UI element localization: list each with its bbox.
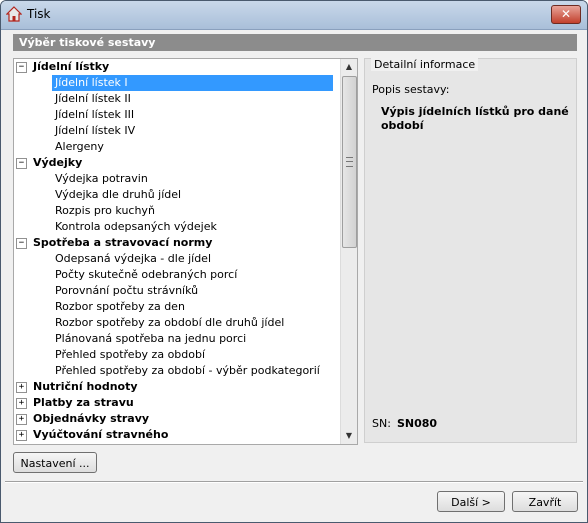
tree-item-selected[interactable]: Jídelní lístek I	[52, 75, 333, 91]
tree-item-label: Plánovaná spotřeba na jednu porci	[55, 332, 247, 345]
tree-item[interactable]: Přehled spotřeby za období	[52, 347, 208, 363]
sn-value: SN080	[397, 417, 438, 430]
tree-item-label: Jídelní lístek I	[52, 76, 131, 89]
tree-item-label: Jídelní lístek III	[55, 108, 135, 121]
tree-item[interactable]: Výdejka potravin	[52, 171, 151, 187]
tree-item[interactable]: Výdejka dle druhů jídel	[52, 187, 184, 203]
report-description-label: Popis sestavy:	[372, 83, 450, 96]
tree-item[interactable]: Počty skutečně odebraných porcí	[52, 267, 240, 283]
tree-item-label: Kontrola odepsaných výdejek	[55, 220, 217, 233]
tree-item[interactable]: Plánovaná spotřeba na jednu porci	[52, 331, 249, 347]
tree-group[interactable]: + Platby za stravu	[16, 395, 134, 411]
close-button[interactable]: Zavřít	[512, 491, 578, 512]
tree-item[interactable]: Kontrola odepsaných výdejek	[52, 219, 220, 235]
tree-item-label: Jídelní lístek IV	[55, 124, 136, 137]
tree-group-label: Vyúčtování stravného	[33, 428, 169, 441]
tree-group-label: Výdejky	[33, 156, 83, 169]
collapse-icon[interactable]: −	[16, 61, 27, 73]
tree-group[interactable]: + Nutriční hodnoty	[16, 379, 138, 395]
tree-item-label: Výdejka potravin	[55, 172, 148, 185]
tree-group-label: Spotřeba a stravovací normy	[33, 236, 213, 249]
tree-group-label: Platby za stravu	[33, 396, 134, 409]
scroll-thumb[interactable]	[342, 76, 357, 248]
window-title: Tisk	[27, 7, 51, 21]
tree-group-label: Objednávky stravy	[33, 412, 150, 425]
dialog-content: Výběr tiskové sestavy − Jídelní lístky Jíd…	[5, 30, 583, 517]
tree-item-label: Porovnání počtu strávníků	[55, 284, 199, 297]
tree-group-label: Nutriční hodnoty	[33, 380, 138, 393]
settings-button[interactable]: Nastavení ...	[13, 452, 97, 473]
tree-item-label: Počty skutečně odebraných porcí	[55, 268, 238, 281]
scroll-down-icon[interactable]: ▼	[342, 429, 356, 443]
sn-label: SN:	[372, 417, 391, 430]
print-dialog: Tisk ✕ Výběr tiskové sestavy − Jídelní lí…	[0, 0, 588, 523]
tree-item-label: Přehled spotřeby za období	[55, 348, 206, 361]
collapse-icon[interactable]: −	[16, 157, 27, 169]
tree-group[interactable]: − Výdejky	[16, 155, 82, 171]
tree-group-label: Jídelní lístky	[33, 60, 110, 73]
tree-group[interactable]: − Spotřeba a stravovací normy	[16, 235, 212, 251]
tree-item-label: Přehled spotřeby za období - výběr podka…	[55, 364, 320, 377]
section-header: Výběr tiskové sestavy	[13, 34, 577, 51]
tree-item[interactable]: Odepsaná výdejka - dle jídel	[52, 251, 214, 267]
tree-item[interactable]: Rozbor spotřeby za období dle druhů jíde…	[52, 315, 287, 331]
tree-item[interactable]: Rozpis pro kuchyň	[52, 203, 158, 219]
tree-item-label: Jídelní lístek II	[55, 92, 131, 105]
tree-item-label: Rozbor spotřeby za období dle druhů jíde…	[55, 316, 285, 329]
expand-icon[interactable]: +	[16, 413, 27, 425]
tree-item[interactable]: Jídelní lístek III	[52, 107, 137, 123]
report-tree[interactable]: − Jídelní lístky Jídelní lístek I Jídelní l…	[13, 58, 358, 445]
collapse-icon[interactable]: −	[16, 237, 27, 249]
tree-scrollbar[interactable]: ▲ ▼	[340, 59, 357, 444]
tree-group[interactable]: + Objednávky stravy	[16, 411, 149, 427]
close-window-button[interactable]: ✕	[551, 5, 581, 24]
title-bar: Tisk ✕	[1, 1, 587, 30]
tree-item[interactable]: Jídelní lístek II	[52, 91, 134, 107]
tree-item-label: Rozbor spotřeby za den	[55, 300, 185, 313]
footer-divider	[5, 481, 583, 483]
expand-icon[interactable]: +	[16, 397, 27, 409]
tree-item-label: Výdejka dle druhů jídel	[55, 188, 182, 201]
house-icon	[6, 6, 22, 22]
tree-item[interactable]: Rozbor spotřeby za den	[52, 299, 188, 315]
tree-item-label: Rozpis pro kuchyň	[55, 204, 155, 217]
tree-item[interactable]: Přehled spotřeby za období - výběr podka…	[52, 363, 323, 379]
tree-item-label: Odepsaná výdejka - dle jídel	[55, 252, 211, 265]
tree-group[interactable]: − Jídelní lístky	[16, 59, 109, 75]
tree-item[interactable]: Porovnání počtu strávníků	[52, 283, 201, 299]
grip-icon	[346, 157, 353, 167]
tree-item-label: Alergeny	[55, 140, 104, 153]
expand-icon[interactable]: +	[16, 429, 27, 441]
expand-icon[interactable]: +	[16, 381, 27, 393]
next-button[interactable]: Další >	[437, 491, 505, 512]
tree-item[interactable]: Alergeny	[52, 139, 107, 155]
tree-item[interactable]: Jídelní lístek IV	[52, 123, 138, 139]
detail-info-panel: Detailní informace Popis sestavy: Výpis …	[364, 58, 577, 443]
report-description: Výpis jídelních lístků pro dané období	[381, 105, 569, 132]
tree-group[interactable]: + Vyúčtování stravného	[16, 427, 168, 443]
detail-info-legend: Detailní informace	[371, 58, 479, 71]
scroll-up-icon[interactable]: ▲	[342, 60, 356, 74]
